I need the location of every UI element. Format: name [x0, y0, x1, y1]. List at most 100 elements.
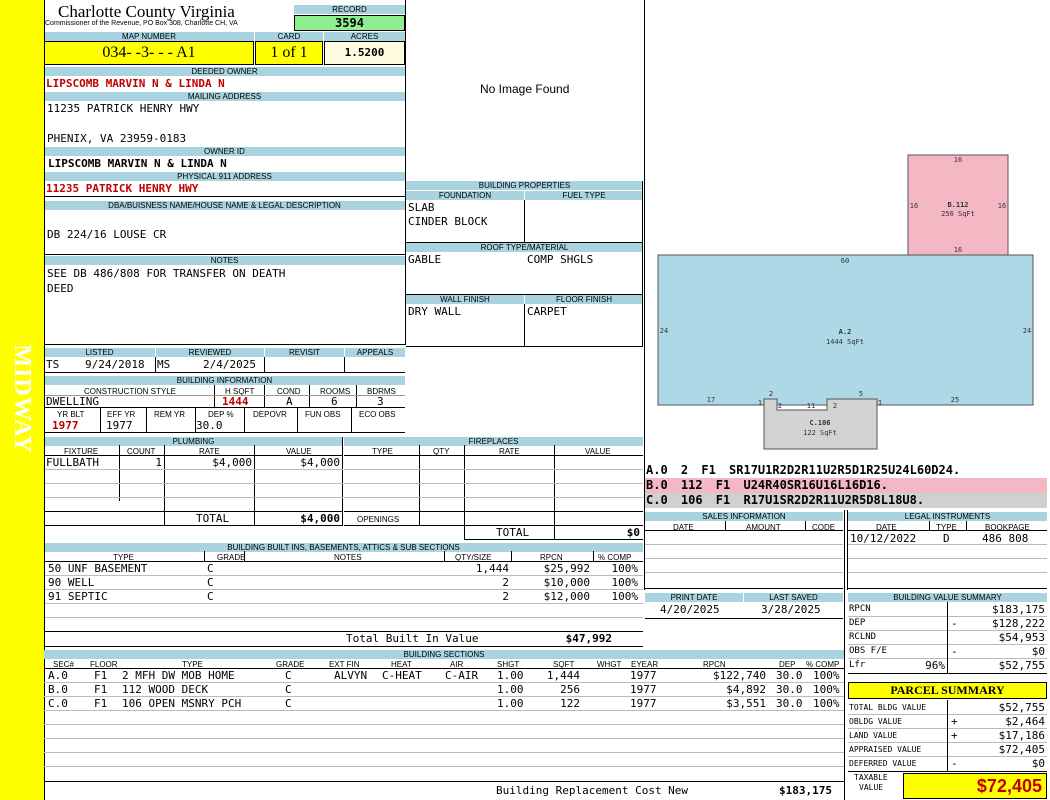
owner-id-header: OWNER ID [44, 147, 405, 156]
bvs-value: $183,175 [992, 603, 1045, 616]
bi-row-rpcn: $10,000 [543, 576, 590, 589]
sec-row-type: 2 MFH DW MOB HOME [122, 669, 235, 682]
built-in-total: $47,992 [565, 632, 612, 645]
sec-row-type: 106 OPEN MSNRY PCH [122, 697, 242, 710]
sec-row-sqft: 122 [560, 697, 580, 710]
plumbing-count: 1 [155, 456, 162, 469]
depovr-header: DEPOVR [253, 410, 287, 419]
sec-row-air: C-AIR [445, 669, 479, 682]
acres-header: ACRES [324, 32, 405, 41]
parcel-key: DEFERRED VALUE [849, 759, 917, 768]
sales-date-header: DATE [673, 523, 694, 532]
parcel-value: $0 [1031, 757, 1045, 770]
sec-row-rpcn: $122,740 [713, 669, 766, 682]
sec-row-shgt: 1.00 [497, 683, 524, 696]
bi-notes-header: NOTES [334, 553, 362, 562]
built-in-total-label: Total Built In Value [346, 632, 479, 645]
bi-row-comp: 100% [611, 590, 639, 603]
parcel-value: $72,405 [998, 743, 1045, 756]
mailing-line2: PHENIX, VA 23959-0183 [47, 132, 187, 145]
floor-finish-header: FLOOR FINISH [525, 295, 643, 304]
floor-finish: CARPET [527, 305, 567, 318]
listed-header: LISTED [44, 348, 155, 357]
sec-row-floor: F1 [94, 669, 108, 682]
parcel-key: APPRAISED VALUE [849, 745, 922, 754]
reviewed-by: MS [157, 358, 171, 371]
dim-label: 17 [707, 396, 715, 404]
dim-label: 16 [954, 156, 962, 164]
bvs-percent: 96% [925, 659, 945, 672]
county-title: Charlotte County Virginia [58, 2, 235, 21]
sketch-code-text: C.0 106 F1 R17U1SR2D2R11U2R5D8L18U8. [646, 493, 925, 507]
notes-header: NOTES [44, 256, 405, 265]
parcel-value: $17,186 [998, 729, 1045, 742]
bi-row-qty: 1,444 [475, 562, 509, 575]
whgt-header: WHGT [597, 660, 622, 669]
sec-row-dep: 30.0 [776, 697, 803, 710]
taxable-label-1: TAXABLE [854, 773, 888, 782]
taxable-label-2: VALUE [859, 783, 884, 792]
plumbing-value: $4,000 [300, 456, 340, 469]
record-value: 3594 [294, 15, 405, 31]
building-sketch: B.112 256 SqFt A.2 1444 SqFt C.106 122 S… [657, 154, 1034, 450]
bvs-value: $52,755 [998, 659, 1045, 672]
parcel-key: TOTAL BLDG VALUE [849, 703, 927, 712]
roof-material: COMP SHGLS [527, 253, 594, 266]
remyr-header: REM YR [154, 410, 185, 419]
dim-label: 2 [833, 402, 837, 410]
sec-row-extfin: ALVYN [334, 669, 368, 682]
notes-line1: SEE DB 486/808 FOR TRANSFER ON DEATH [47, 267, 286, 280]
parcel-value: $2,464 [1005, 715, 1045, 728]
dim-label: 16 [954, 246, 962, 254]
bi-row-grade: C [207, 576, 214, 589]
bi-row-type: 91 SEPTIC [48, 590, 108, 603]
dim-label: 2 [769, 390, 773, 398]
effective-year: 1977 [106, 419, 133, 432]
building-info-header: BUILDING INFORMATION [44, 376, 405, 385]
foundation-header: FOUNDATION [406, 191, 524, 200]
sec-row-eyear: 1977 [630, 697, 657, 710]
building-value-summary-header: BUILDING VALUE SUMMARY [848, 593, 1047, 602]
sec-row-grade: C [285, 669, 292, 682]
deeded-owner: LIPSCOMB MARVIN N & LINDA N [46, 77, 225, 90]
brcn-value: $183,175 [779, 784, 832, 797]
sec-row-comp: 100% [813, 683, 840, 696]
fp-qty-header: QTY [433, 447, 450, 456]
parcel-key: LAND VALUE [849, 731, 898, 740]
dim-label: 25 [951, 396, 959, 404]
bvs-key: RCLND [849, 632, 877, 642]
map-number-header: MAP NUMBER [44, 32, 254, 41]
ecoobs-header: ECO OBS [359, 410, 396, 419]
sec-row-sqft: 1,444 [546, 669, 580, 682]
reviewed-header: REVIEWED [156, 348, 264, 357]
sec-row-type: 112 WOOD DECK [122, 683, 209, 696]
bi-row-qty: 2 [502, 590, 509, 603]
fp-value-header: VALUE [585, 447, 611, 456]
office-address: Commissioner of the Revenue, PO Box 308,… [45, 20, 238, 27]
plumbing-rate: $4,000 [212, 456, 252, 469]
notes-line2: DEED [47, 282, 74, 295]
physical-address: 11235 PATRICK HENRY HWY [46, 182, 199, 195]
fp-rate-header: RATE [499, 447, 520, 456]
bi-row-type: 90 WELL [48, 576, 95, 589]
dim-label: 5 [859, 390, 863, 398]
bvs-key: OBS F/E [849, 646, 887, 656]
parcel-summary-header: PARCEL SUMMARY [848, 682, 1047, 699]
sketch-b-label: B.112 [947, 201, 968, 209]
sales-code-header: CODE [812, 523, 836, 532]
dba-header: DBA/BUISNESS NAME/HOUSE NAME & LEGAL DES… [44, 201, 405, 210]
bi-row-rpcn: $12,000 [543, 590, 590, 603]
bi-row-grade: C [207, 590, 214, 603]
sec-row-comp: 100% [813, 669, 840, 682]
print-date-header: PRINT DATE [645, 593, 743, 602]
print-date: 4/20/2025 [660, 603, 720, 616]
revisit-header: REVISIT [265, 348, 344, 357]
bi-row-comp: 100% [611, 562, 639, 575]
wall-finish-header: WALL FINISH [406, 295, 524, 304]
last-saved-header: LAST SAVED [744, 593, 843, 602]
sales-amount-header: AMOUNT [746, 523, 781, 532]
sec-row-floor: F1 [94, 697, 108, 710]
year-built: 1977 [52, 419, 79, 432]
sketch-a-area: 1444 SqFt [826, 338, 864, 346]
physical-address-header: PHYSICAL 911 ADDRESS [44, 172, 405, 181]
